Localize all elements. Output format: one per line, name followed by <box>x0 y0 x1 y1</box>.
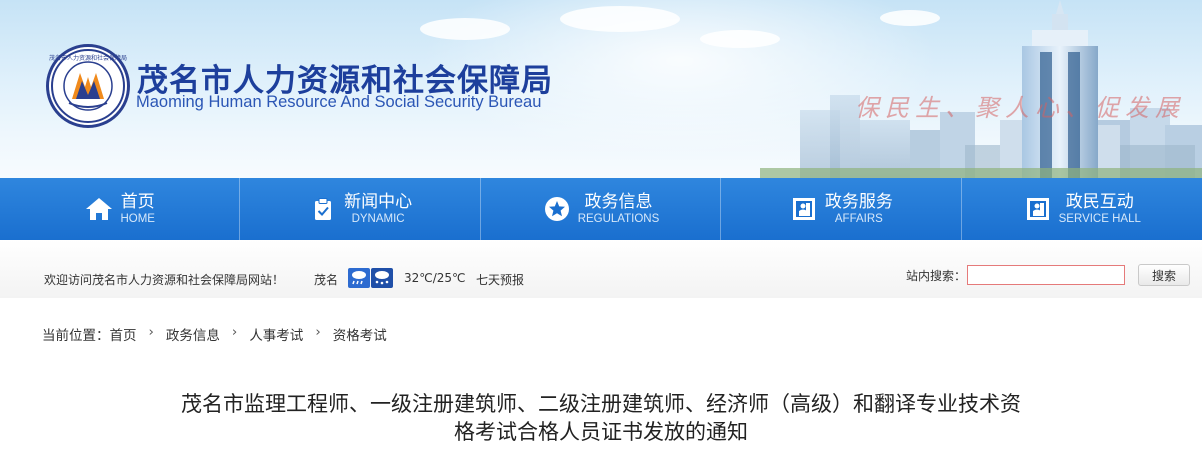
temperature: 32℃/25℃ <box>404 271 466 285</box>
search-input[interactable] <box>967 265 1125 285</box>
nav-item-interaction[interactable]: 政民互动 SERVICE HALL <box>962 178 1202 240</box>
breadcrumb: 当前位置： 首页 › 政务信息 › 人事考试 › 资格考试 <box>42 324 387 344</box>
home-icon <box>84 194 114 224</box>
nav-sublabel: SERVICE HALL <box>1058 212 1141 225</box>
search-label: 站内搜索： <box>906 269 967 283</box>
nav-sublabel: HOME <box>120 212 155 225</box>
banner-slogan: 保民生、聚人心、促发展 <box>855 94 1185 122</box>
snow-rain-icon <box>371 268 393 288</box>
breadcrumb-regulations[interactable]: 政务信息 <box>166 324 220 344</box>
clipboard-check-icon <box>308 194 338 224</box>
nav-sublabel: REGULATIONS <box>577 212 660 225</box>
site-title-en: Maoming Human Resource And Social Securi… <box>136 93 542 111</box>
nav-sublabel: DYNAMIC <box>351 212 405 225</box>
logo-emblem-icon: 茂名市人力资源和社会保障局 <box>49 49 127 123</box>
breadcrumb-home[interactable]: 首页 <box>110 324 137 344</box>
nav-item-home[interactable]: 首页 HOME <box>0 178 241 240</box>
service-window-icon <box>789 194 819 224</box>
seven-day-forecast-link[interactable]: 七天预报 <box>476 271 524 288</box>
article-title-line: 格考试合格人员证书发放的通知 <box>454 420 748 444</box>
nav-item-affairs[interactable]: 政务服务 AFFAIRS <box>721 178 962 240</box>
search-button[interactable]: 搜索 <box>1138 264 1190 286</box>
breadcrumb-separator: › <box>148 324 154 340</box>
bureau-logo[interactable]: 茂名市人力资源和社会保障局 <box>46 44 130 128</box>
star-circle-icon <box>542 194 572 224</box>
site-banner: 茂名市人力资源和社会保障局 茂名市人力资源和社会保障局 Maoming Huma… <box>0 0 1202 178</box>
article-title: 茂名市监理工程师、一级注册建筑师、二级注册建筑师、经济师（高级）和翻译专业技术资… <box>100 390 1102 446</box>
breadcrumb-separator: › <box>231 324 238 340</box>
main-nav: 首页 HOME 新闻中心 DYNAMIC 政务信息 REGULATIONS 政务… <box>0 178 1202 240</box>
breadcrumb-qualification-exam[interactable]: 资格考试 <box>333 324 387 344</box>
svg-text:茂名市人力资源和社会保障局: 茂名市人力资源和社会保障局 <box>49 54 127 62</box>
cloud <box>420 18 510 40</box>
welcome-text: 欢迎访问茂名市人力资源和社会保障局网站！ <box>44 273 285 287</box>
service-window-icon <box>1023 194 1053 224</box>
nav-label: 政务服务 <box>824 191 893 212</box>
weather-city: 茂名 <box>314 273 339 287</box>
rain-icon <box>348 268 370 288</box>
cloud <box>560 6 680 32</box>
nav-sublabel: AFFAIRS <box>834 212 883 225</box>
breadcrumb-personnel-exam[interactable]: 人事考试 <box>249 324 303 344</box>
article-title-line: 茂名市监理工程师、一级注册建筑师、二级注册建筑师、经济师（高级）和翻译专业技术资 <box>181 392 1021 416</box>
nav-item-news[interactable]: 新闻中心 DYNAMIC <box>240 178 481 240</box>
breadcrumb-separator: › <box>315 324 321 340</box>
breadcrumb-prefix: 当前位置： <box>42 328 110 344</box>
nav-label: 政务信息 <box>584 191 653 212</box>
nav-label: 新闻中心 <box>344 191 413 212</box>
nav-label: 政民互动 <box>1065 191 1134 212</box>
nav-item-regulations[interactable]: 政务信息 REGULATIONS <box>481 178 722 240</box>
nav-label: 首页 <box>120 191 155 212</box>
